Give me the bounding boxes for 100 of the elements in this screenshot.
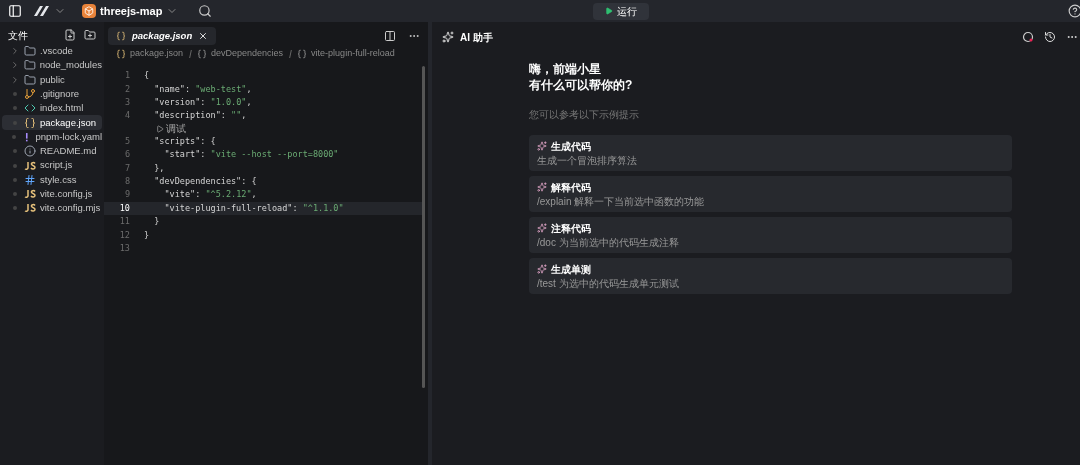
breadcrumb-item[interactable]: vite-plugin-full-reload [311, 47, 395, 61]
code-text: "description": "", [153, 109, 247, 123]
hash-icon [24, 173, 36, 186]
code-text: "devDependencies": { [153, 175, 257, 188]
prompt-description: /test 为选中的代码生成单元测试 [537, 276, 680, 290]
file-item[interactable]: vite.config.js [2, 186, 102, 202]
greeting-text: 嗨，前端小星 [529, 61, 602, 77]
file-item[interactable]: .gitignore [2, 86, 102, 102]
code-text: "start": "vite --host --port=8000" [163, 148, 339, 161]
code-text: "vite-plugin-full-reload": "^1.1.0" [163, 201, 344, 215]
line-number: 5 [123, 134, 131, 148]
file-item[interactable]: vite.config.mjs [2, 201, 102, 216]
sparkle-icon [442, 31, 454, 43]
new-file-icon[interactable] [64, 29, 76, 41]
script-icon [24, 202, 36, 215]
breadcrumb-item[interactable]: devDependencies [211, 47, 284, 61]
run-button[interactable]: 运行 [593, 2, 650, 20]
folder-icon [24, 73, 36, 86]
prompt-card[interactable]: 生成代码 生成一个冒泡排序算法 [529, 135, 1012, 171]
file-item[interactable]: node_modules [2, 58, 102, 73]
prompt-description: /explain 解释一下当前选中函数的功能 [537, 194, 706, 208]
folder-icon [24, 45, 36, 58]
new-folder-icon[interactable] [84, 29, 96, 41]
line-number: 7 [123, 161, 131, 175]
code-text: "version": "1.0.0", [153, 96, 252, 109]
line-number: 8 [123, 175, 131, 188]
braces-icon [24, 116, 36, 129]
file-item[interactable]: pnpm-lock.yaml [2, 129, 102, 145]
line-number: 10 [118, 201, 131, 215]
editor-tab[interactable]: package.json [108, 27, 217, 45]
line-number: 1 [123, 69, 131, 83]
line-number: 4 [123, 109, 131, 123]
close-icon[interactable] [198, 31, 209, 41]
sparkle-icon [537, 141, 547, 151]
braces-icon [116, 31, 126, 41]
file-item[interactable]: index.html [2, 101, 102, 116]
code-text: "scripts": { [153, 134, 216, 148]
prompt-card[interactable]: 注释代码 /doc 为当前选中的代码生成注释 [529, 217, 1012, 253]
bullet-icon [13, 149, 17, 154]
explorer-title: 文件 [8, 28, 29, 43]
code-text: "name": "web-test", [153, 82, 252, 96]
prompt-title: 生成代码 [551, 139, 591, 153]
prompt-description: /doc 为当前选中的代码生成注释 [537, 235, 680, 249]
branch-icon [24, 88, 36, 101]
search-icon[interactable] [198, 4, 213, 18]
file-item[interactable]: package.json [2, 115, 102, 130]
help-icon[interactable] [1068, 4, 1080, 18]
bullet-icon [13, 106, 17, 111]
sparkle-icon [537, 223, 547, 233]
braces-icon [297, 49, 308, 59]
project-icon [82, 4, 96, 18]
file-item[interactable]: .vscode [2, 44, 102, 59]
braces-icon [197, 49, 208, 59]
sidebar-toggle-icon[interactable] [8, 4, 22, 18]
info-icon [24, 145, 36, 158]
file-item[interactable]: script.js [2, 158, 102, 173]
split-editor-icon[interactable] [384, 30, 396, 42]
play-icon[interactable] [156, 124, 164, 133]
prompt-title: 解释代码 [551, 180, 591, 194]
code-text: } [153, 215, 160, 228]
code-text: }, [153, 161, 165, 175]
prompt-card[interactable]: 解释代码 /explain 解释一下当前选中函数的功能 [529, 176, 1012, 212]
play-icon [605, 7, 614, 15]
code-text: "vite": "^5.2.12", [163, 188, 257, 202]
code-text: } [144, 228, 150, 242]
bullet-icon [13, 163, 17, 168]
file-item[interactable]: public [2, 72, 102, 87]
bullet-icon [13, 92, 17, 97]
folder-icon [23, 59, 36, 72]
bullet-icon [13, 177, 17, 182]
greeting-text: 有什么可以帮你的? [529, 77, 634, 93]
prompt-description: 生成一个冒泡排序算法 [537, 153, 638, 167]
sparkle-icon [537, 182, 547, 192]
line-number: 3 [123, 96, 131, 109]
scrollbar-thumb[interactable] [422, 66, 425, 388]
prompt-card[interactable]: 生成单测 /test 为选中的代码生成单元测试 [529, 258, 1012, 294]
file-item[interactable]: style.css [2, 172, 102, 187]
bullet-icon [13, 192, 17, 197]
script-icon [24, 159, 36, 172]
line-number: 2 [123, 82, 131, 96]
breadcrumb-item[interactable]: package.json [130, 47, 184, 61]
project-name[interactable]: threejs-map [100, 2, 163, 20]
debug-link[interactable]: 调试 [166, 122, 186, 135]
prompt-title: 注释代码 [551, 221, 591, 235]
braces-icon [116, 49, 126, 59]
logo-icon[interactable] [34, 6, 50, 16]
panel-title: AI 助手 [460, 30, 494, 45]
line-number: 11 [118, 215, 131, 228]
line-number: 6 [123, 148, 131, 161]
file-item[interactable]: README.md [2, 144, 102, 159]
bullet-icon [13, 206, 17, 211]
chevron-right-icon[interactable] [10, 60, 20, 71]
line-number: 12 [118, 228, 131, 242]
line-number: 9 [123, 188, 131, 202]
sparkle-icon [537, 264, 547, 274]
script-icon [24, 188, 36, 201]
bullet-icon [11, 134, 16, 139]
code-text: { [144, 69, 150, 83]
line-number: 13 [118, 242, 131, 255]
history-icon[interactable] [1044, 31, 1056, 43]
